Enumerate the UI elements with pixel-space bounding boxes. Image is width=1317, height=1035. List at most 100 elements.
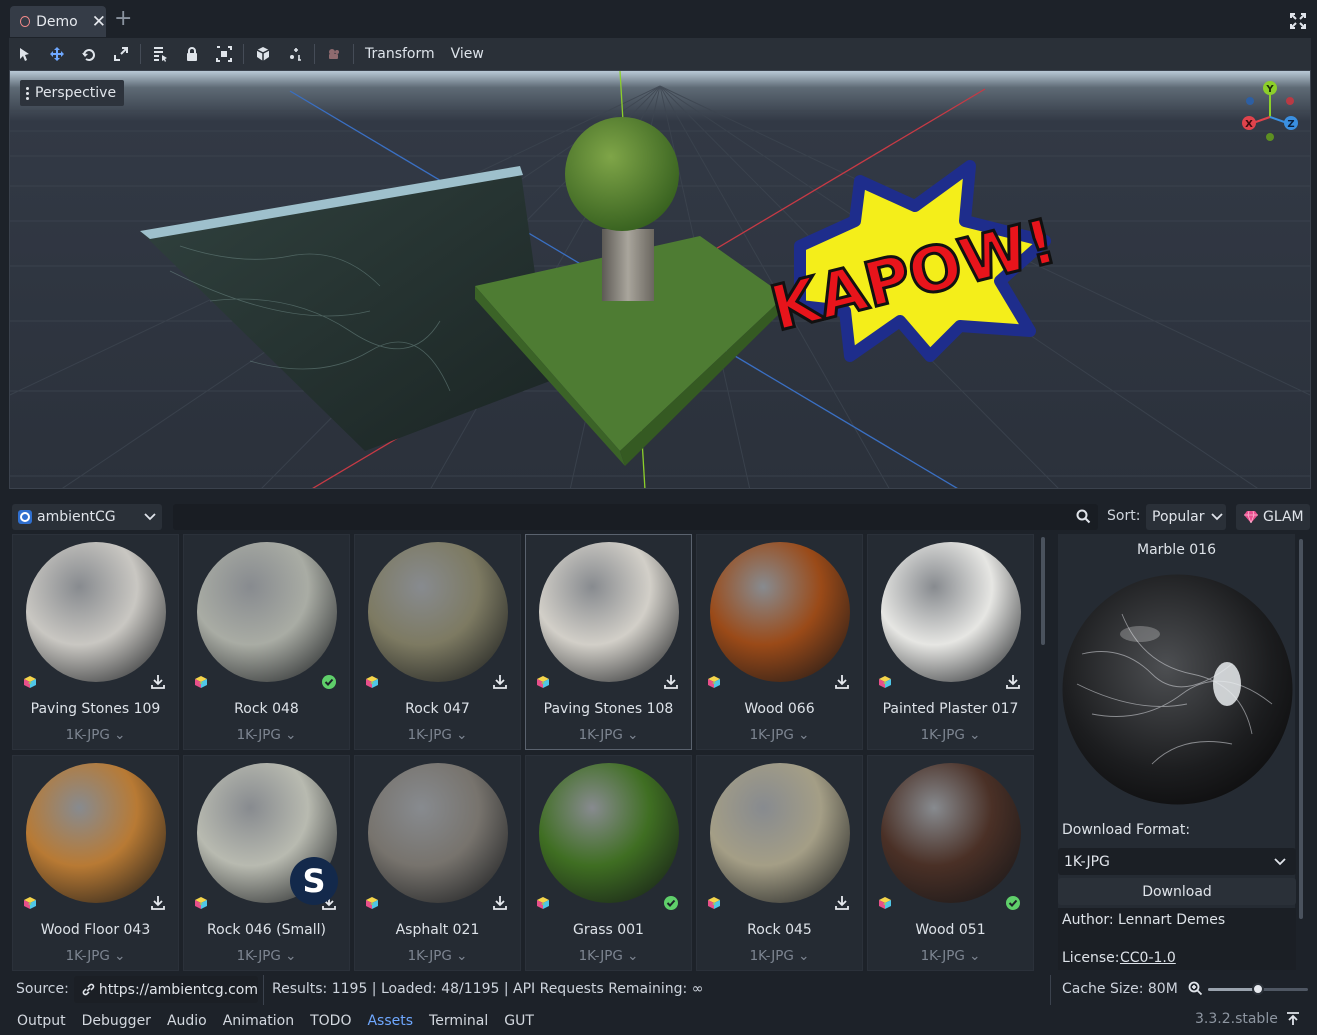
download-icon[interactable] (492, 674, 508, 690)
chevron-down-icon: ⌄ (964, 727, 981, 743)
download-icon[interactable] (663, 674, 679, 690)
installed-check-icon (322, 675, 336, 689)
search-input[interactable] (173, 504, 1098, 530)
asset-format-select[interactable]: 1K-JPG ⌄ (868, 727, 1033, 743)
download-icon[interactable] (834, 674, 850, 690)
view-menu[interactable]: View (443, 46, 492, 62)
link-icon (82, 983, 95, 996)
asset-thumbnail (26, 542, 166, 682)
asset-card[interactable]: Rock 045 1K-JPG ⌄ (696, 755, 863, 971)
tab-animation[interactable]: Animation (215, 1013, 302, 1029)
asset-format-select[interactable]: 1K-JPG ⌄ (355, 727, 520, 743)
fullscreen-icon[interactable] (1290, 13, 1306, 29)
viewport-toolbar: Transform View (9, 38, 1311, 70)
group-icon[interactable] (208, 40, 240, 68)
sort-select[interactable]: Popular (1146, 504, 1226, 530)
transform-menu[interactable]: Transform (357, 46, 443, 62)
preview-thumbnail (1062, 574, 1293, 805)
camera-icon[interactable] (318, 40, 350, 68)
asset-format-select[interactable]: 1K-JPG ⌄ (868, 948, 1033, 964)
license-label: License: (1062, 950, 1120, 966)
download-icon[interactable] (150, 674, 166, 690)
asset-card[interactable]: Paving Stones 108 1K-JPG ⌄ (525, 534, 692, 750)
asset-format-select[interactable]: 1K-JPG ⌄ (526, 727, 691, 743)
grid-scrollbar[interactable] (1041, 537, 1045, 645)
asset-thumbnail (368, 542, 508, 682)
perspective-menu[interactable]: Perspective (20, 80, 125, 106)
bottom-panel-tabs: Output Debugger Audio Animation TODO Assets Te… (9, 1007, 1311, 1035)
source-link-button[interactable]: https://ambientcg.com (74, 976, 258, 1003)
local-space-icon[interactable] (247, 40, 279, 68)
tab-assets[interactable]: Assets (359, 1013, 421, 1029)
tab-todo[interactable]: TODO (302, 1013, 359, 1029)
3d-viewport[interactable]: KAPOW! Perspective Y X Z (9, 70, 1311, 489)
search-icon[interactable] (1076, 509, 1091, 524)
format-value: 1K-JPG (1064, 853, 1110, 870)
asset-format-select[interactable]: 1K-JPG ⌄ (13, 948, 178, 964)
preview-title: Marble 016 (1137, 542, 1216, 558)
slider-handle[interactable] (1252, 983, 1264, 995)
author-text: Author: Lennart Demes (1062, 912, 1226, 928)
asset-name: Rock 045 (747, 922, 812, 938)
asset-format-select[interactable]: 1K-JPG ⌄ (697, 727, 862, 743)
axis-gizmo-icon[interactable]: Y X Z (1232, 79, 1302, 149)
asset-format-select[interactable]: 1K-JPG ⌄ (184, 727, 349, 743)
download-icon[interactable] (492, 895, 508, 911)
rotate-tool-icon[interactable] (73, 40, 105, 68)
toolbar-divider (243, 44, 244, 64)
slider-fill (1208, 988, 1258, 991)
download-button[interactable]: Download (1058, 878, 1296, 905)
add-tab-icon[interactable]: + (114, 8, 132, 30)
material-cube-icon (708, 897, 720, 909)
asset-format-select[interactable]: 1K-JPG ⌄ (184, 948, 349, 964)
asset-format-value: 1K-JPG (236, 727, 281, 743)
asset-card[interactable]: Paving Stones 109 1K-JPG ⌄ (12, 534, 179, 750)
zoom-in-icon[interactable] (1188, 981, 1203, 996)
download-icon[interactable] (1005, 674, 1021, 690)
chevron-down-icon (1274, 857, 1286, 865)
asset-card[interactable]: Rock 047 1K-JPG ⌄ (354, 534, 521, 750)
scene-render: KAPOW! (10, 71, 1310, 488)
snap-icon[interactable] (279, 40, 311, 68)
asset-card[interactable]: S Rock 046 (Small) 1K-JPG ⌄ (183, 755, 350, 971)
download-icon[interactable] (150, 895, 166, 911)
tab-terminal[interactable]: Terminal (421, 1013, 496, 1029)
asset-card[interactable]: Wood 066 1K-JPG ⌄ (696, 534, 863, 750)
asset-card[interactable]: Grass 001 1K-JPG ⌄ (525, 755, 692, 971)
asset-format-select[interactable]: 1K-JPG ⌄ (526, 948, 691, 964)
asset-card[interactable]: Wood 051 1K-JPG ⌄ (867, 755, 1034, 971)
glam-button[interactable]: GLAM (1236, 504, 1310, 530)
asset-format-select[interactable]: 1K-JPG ⌄ (697, 948, 862, 964)
move-tool-icon[interactable] (41, 40, 73, 68)
asset-card[interactable]: Rock 048 1K-JPG ⌄ (183, 534, 350, 750)
tab-gut[interactable]: GUT (496, 1013, 542, 1029)
material-cube-icon (366, 897, 378, 909)
lock-icon[interactable] (176, 40, 208, 68)
asset-format-select[interactable]: 1K-JPG ⌄ (355, 948, 520, 964)
asset-card[interactable]: Painted Plaster 017 1K-JPG ⌄ (867, 534, 1034, 750)
download-format-select[interactable]: 1K-JPG (1058, 848, 1296, 875)
select-tool-icon[interactable] (9, 40, 41, 68)
spinner-badge-icon: S (290, 857, 338, 905)
tab-audio[interactable]: Audio (159, 1013, 215, 1029)
asset-name: Wood 066 (744, 701, 815, 717)
expand-panel-icon[interactable] (1286, 1012, 1300, 1026)
close-tab-icon[interactable]: ✕ (92, 12, 106, 32)
asset-format-select[interactable]: 1K-JPG ⌄ (13, 727, 178, 743)
list-select-icon[interactable] (144, 40, 176, 68)
asset-card[interactable]: Asphalt 021 1K-JPG ⌄ (354, 755, 521, 971)
chevron-down-icon: ⌄ (964, 948, 981, 964)
download-icon[interactable] (834, 895, 850, 911)
tab-demo[interactable]: Demo ✕ (10, 6, 106, 37)
svg-text:Y: Y (1265, 84, 1274, 95)
tab-debugger[interactable]: Debugger (74, 1013, 159, 1029)
source-select[interactable]: ambientCG (12, 504, 162, 530)
asset-card[interactable]: Wood Floor 043 1K-JPG ⌄ (12, 755, 179, 971)
svg-text:X: X (1245, 119, 1253, 130)
license-link[interactable]: CC0-1.0 (1120, 950, 1176, 966)
asset-thumbnail (539, 542, 679, 682)
preview-scrollbar[interactable] (1299, 539, 1303, 919)
gem-icon (1244, 511, 1258, 523)
scale-tool-icon[interactable] (105, 40, 137, 68)
tab-output[interactable]: Output (9, 1013, 74, 1029)
